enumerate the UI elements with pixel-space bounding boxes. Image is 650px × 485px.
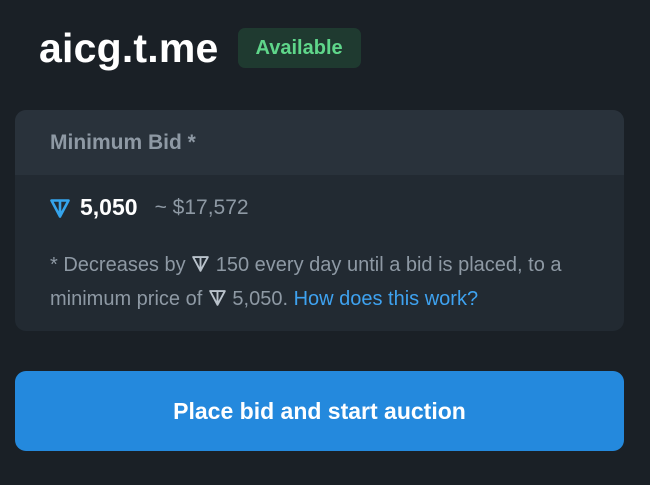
minimum-bid-amount: 5,050 xyxy=(80,194,138,220)
domain-title: aicg.t.me xyxy=(39,25,219,71)
price-row: 5,050 ~ $17,572 xyxy=(49,194,249,221)
domain-header: aicg.t.me Available xyxy=(39,22,361,74)
minimum-bid-card: Minimum Bid * 5,050 ~ $17,572 * Decrease… xyxy=(15,110,624,331)
ton-icon xyxy=(209,290,226,306)
ton-icon xyxy=(50,198,70,218)
minimum-bid-usd: ~ $17,572 xyxy=(154,195,249,219)
auction-page: aicg.t.me Available Minimum Bid * 5,050 … xyxy=(0,0,650,485)
price-decrease-note: * Decreases by 150 every day until a bid… xyxy=(50,248,610,316)
status-badge: Available xyxy=(237,28,361,68)
minimum-bid-title: Minimum Bid * xyxy=(15,110,624,175)
place-bid-button[interactable]: Place bid and start auction xyxy=(15,371,624,451)
note-text-3: 5,050. xyxy=(232,288,288,310)
how-it-works-link[interactable]: How does this work? xyxy=(294,288,479,310)
note-text-1: * Decreases by xyxy=(50,254,186,276)
ton-icon xyxy=(192,256,209,272)
